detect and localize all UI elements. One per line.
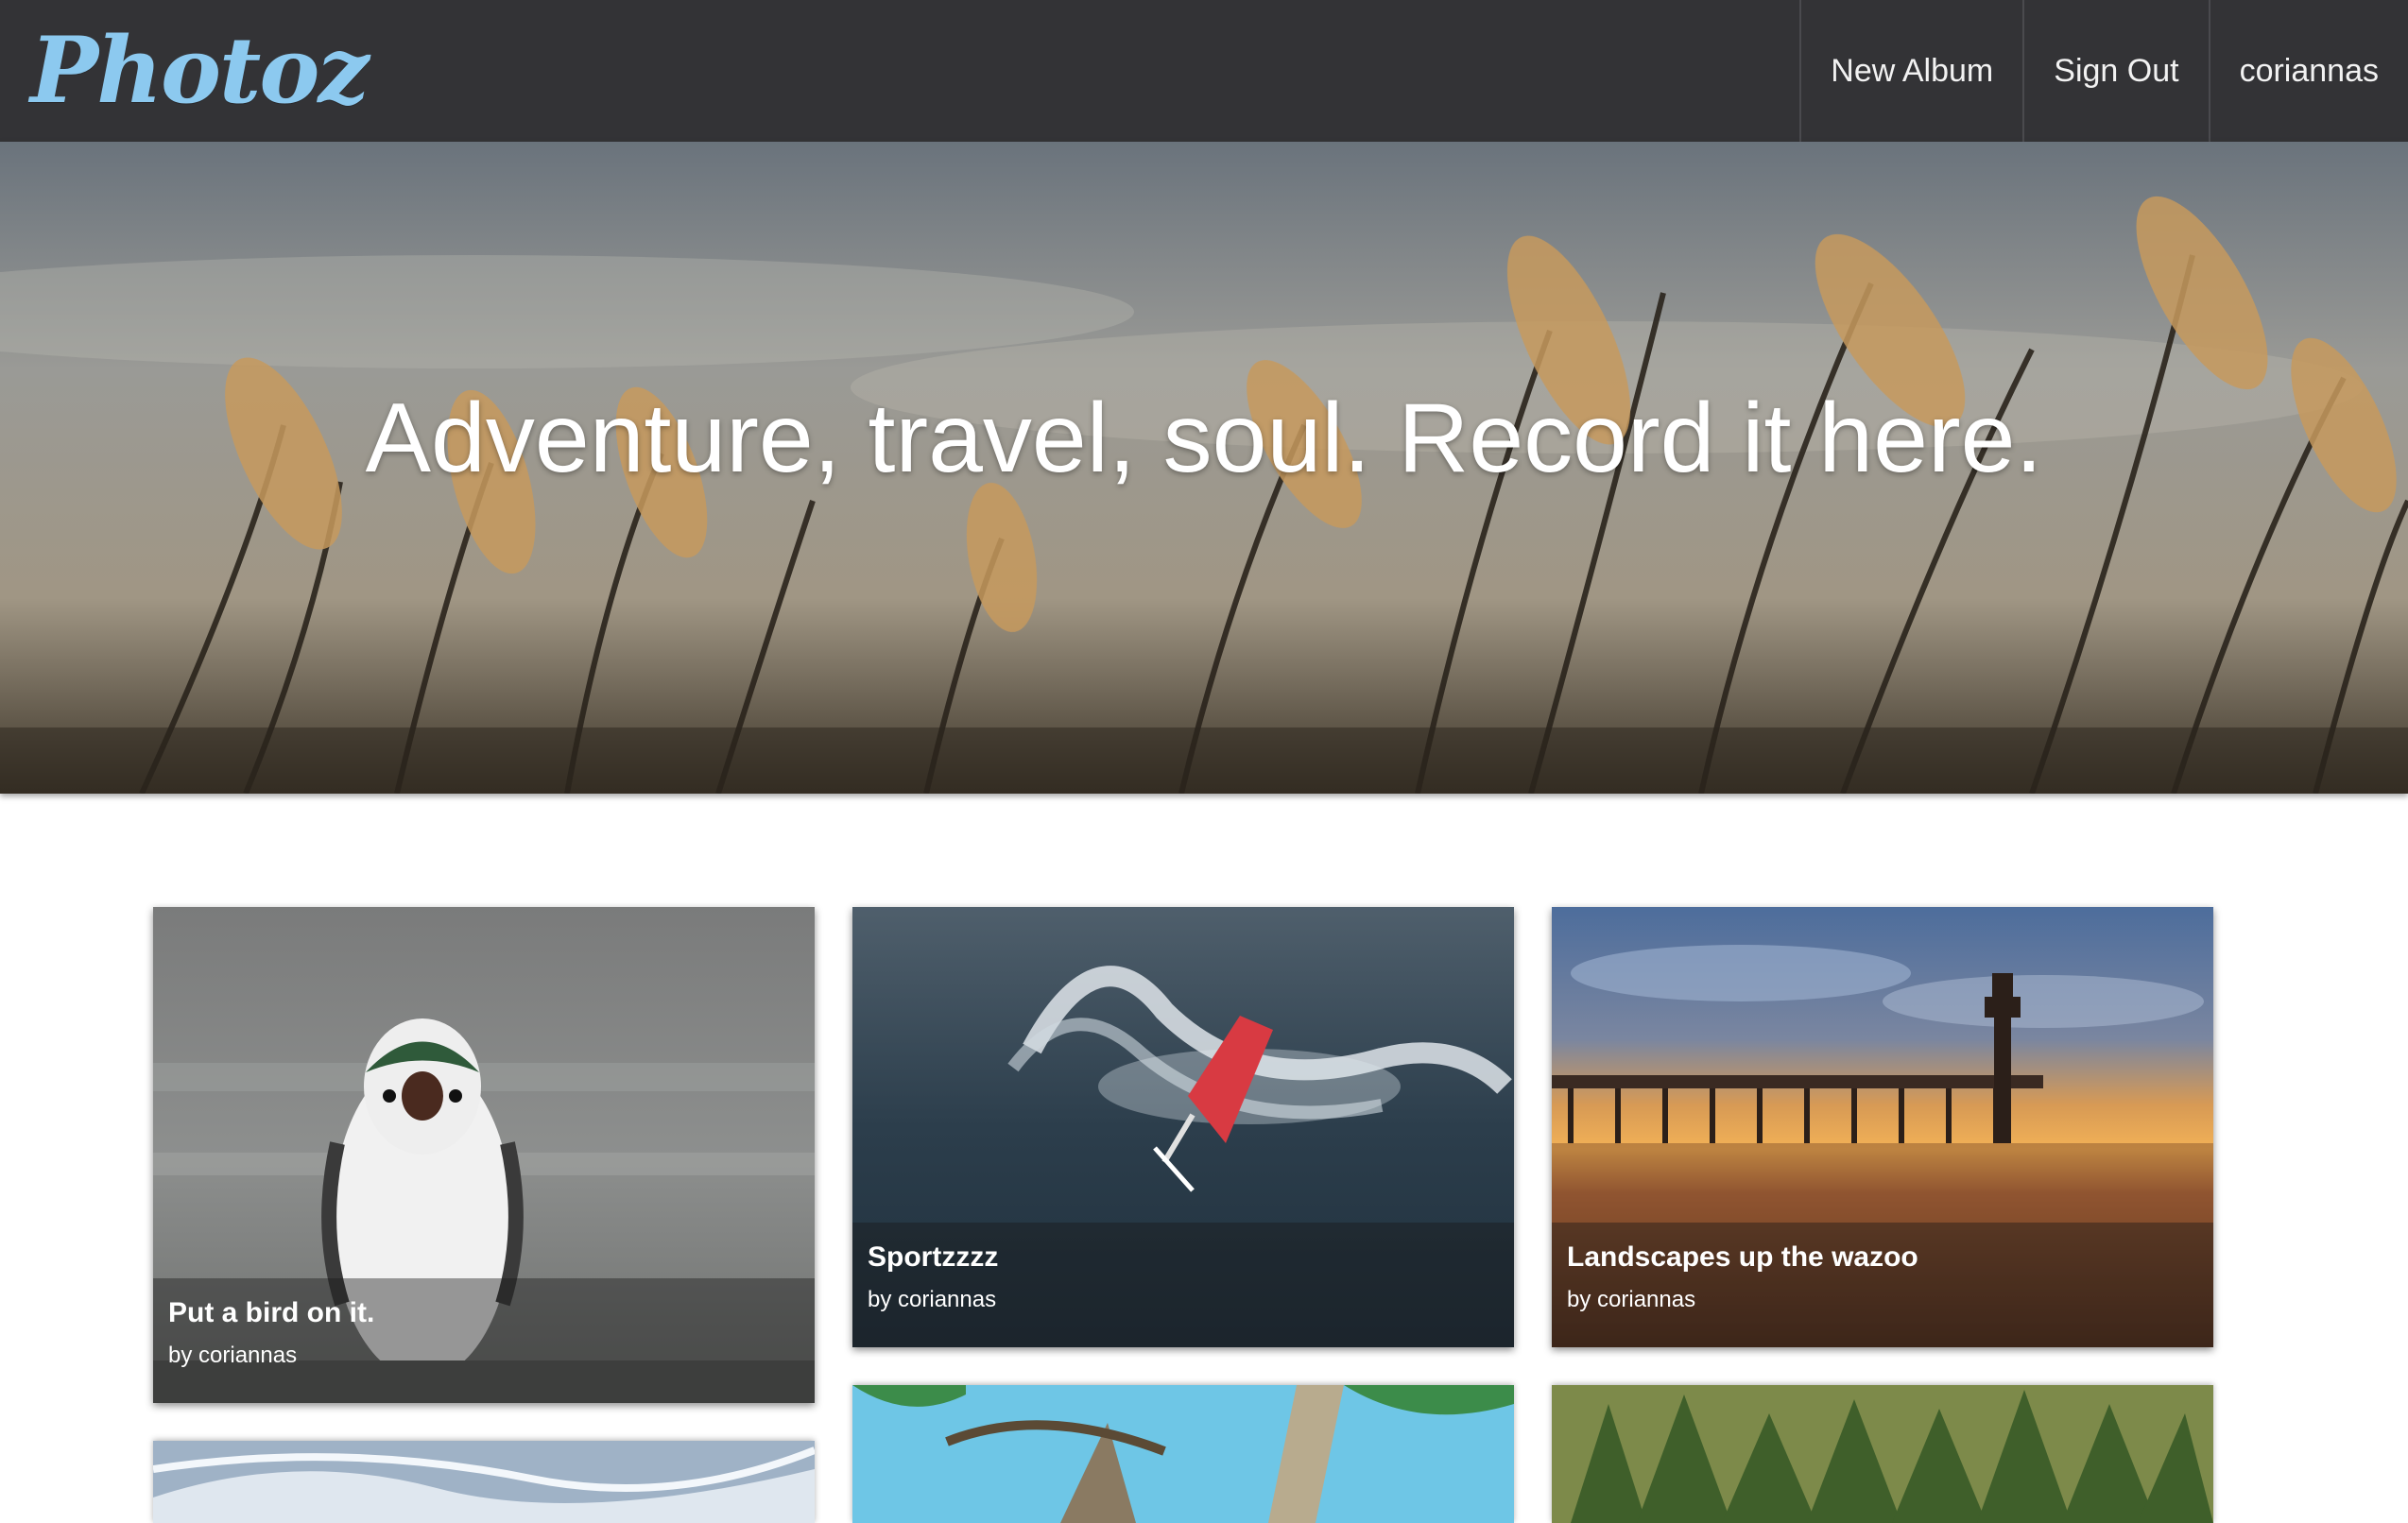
new-album-link[interactable]: New Album [1799, 0, 2022, 142]
album-title: Put a bird on it. [168, 1297, 375, 1328]
brand-logo[interactable]: Photoz [30, 9, 370, 132]
top-navbar: Photoz New Album Sign Out coriannas [0, 0, 2408, 142]
album-title: Landscapes up the wazoo [1567, 1241, 1918, 1273]
album-caption: Put a bird on it. by coriannas [153, 1278, 815, 1403]
nav-links: New Album Sign Out coriannas [1799, 0, 2408, 142]
album-card-sports[interactable]: Sportzzzz by coriannas [852, 907, 1514, 1347]
album-cover-palms [852, 1385, 1514, 1523]
sign-out-link[interactable]: Sign Out [2022, 0, 2208, 142]
album-card-forest[interactable] [1552, 1385, 2213, 1523]
album-caption: Sportzzzz by coriannas [852, 1223, 1514, 1347]
hero-banner: Adventure, travel, soul. Record it here. [0, 142, 2408, 794]
album-author: by coriannas [1567, 1287, 1696, 1312]
album-title: Sportzzzz [868, 1241, 999, 1273]
album-card-landscapes[interactable]: Landscapes up the wazoo by coriannas [1552, 907, 2213, 1347]
album-author: by coriannas [168, 1343, 298, 1368]
album-card-bird[interactable]: Put a bird on it. by coriannas [153, 907, 815, 1403]
user-account-link[interactable]: coriannas [2208, 0, 2408, 142]
album-card-snow[interactable] [153, 1441, 815, 1523]
hero-headline: Adventure, travel, soul. Record it here. [365, 384, 2043, 493]
album-cover-forest [1552, 1385, 2213, 1523]
album-caption: Landscapes up the wazoo by coriannas [1552, 1223, 2213, 1347]
album-author: by coriannas [868, 1287, 997, 1312]
album-cover-snow [153, 1441, 815, 1523]
album-card-trees[interactable] [852, 1385, 1514, 1523]
